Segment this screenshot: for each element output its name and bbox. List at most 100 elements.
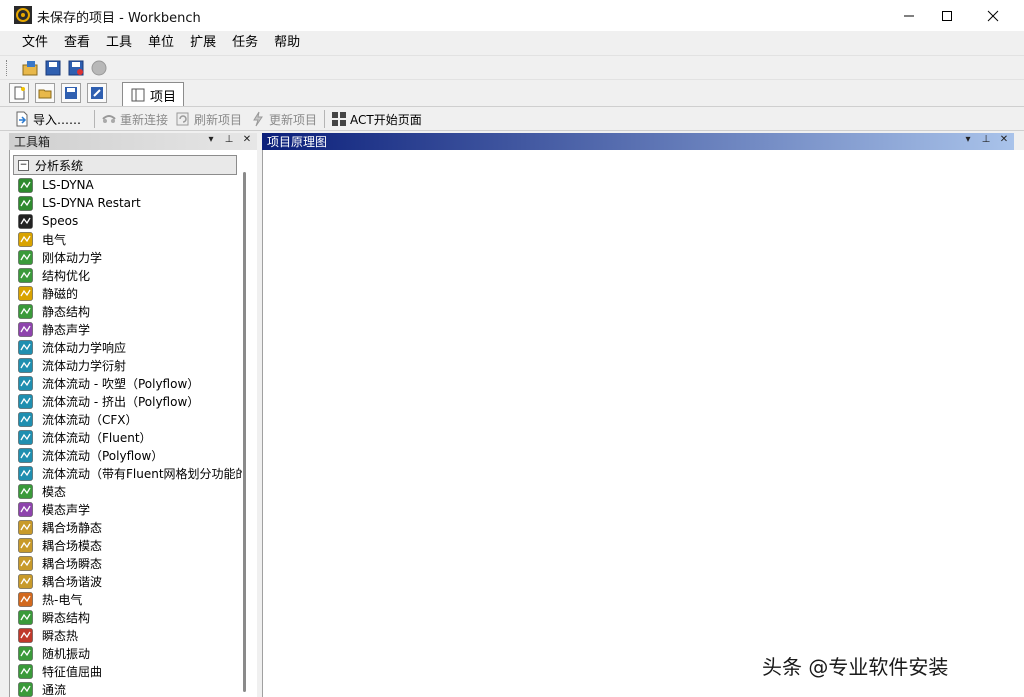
list-item-label: LS-DYNA Restart (42, 196, 141, 210)
list-item-label: LS-DYNA (42, 178, 94, 192)
coupled-harmonic-icon (18, 573, 33, 589)
close-button[interactable] (970, 0, 1016, 31)
lightning-icon (253, 111, 263, 127)
list-item[interactable]: 流体流动（CFX） (18, 410, 242, 428)
list-item[interactable]: 结构优化 (18, 266, 242, 284)
menu-help[interactable]: 帮助 (266, 32, 308, 54)
update-project-button[interactable]: 更新项目 (250, 110, 317, 128)
list-item[interactable]: 流体流动（Polyflow） (18, 446, 242, 464)
menu-file[interactable]: 文件 (14, 32, 56, 54)
grid-icon (332, 112, 346, 126)
polyflow-icon (18, 447, 33, 463)
tab-project-label: 项目 (150, 89, 177, 105)
random-vibration-icon (18, 645, 33, 661)
disabled-sphere-icon[interactable] (90, 59, 108, 77)
list-item-label: Speos (42, 214, 79, 228)
import-label: 导入…… (33, 112, 82, 127)
list-item[interactable]: 耦合场瞬态 (18, 554, 242, 572)
list-item[interactable]: 流体流动（Fluent） (18, 428, 242, 446)
list-item-label: 热-电气 (42, 592, 83, 607)
refresh-project-button[interactable]: 刷新项目 (175, 110, 242, 128)
cfx-icon (18, 411, 33, 427)
pin-icon[interactable]: ⊥ (223, 134, 235, 145)
open-project-icon[interactable] (21, 59, 39, 77)
reconnect-button[interactable]: 重新连接 (101, 110, 168, 128)
lsdyna-restart-icon (18, 195, 33, 211)
act-start-page-button[interactable]: ACT开始页面 (331, 110, 422, 128)
close-panel-icon[interactable]: ✕ (241, 134, 253, 145)
list-item[interactable]: 流体流动 - 吹塑（Polyflow） (18, 374, 242, 392)
toolbox-scrollbar[interactable] (243, 172, 246, 692)
list-item[interactable]: 模态声学 (18, 500, 242, 518)
open-button[interactable] (35, 83, 55, 103)
minimize-icon (904, 15, 914, 16)
fluent-icon (18, 429, 33, 445)
list-item[interactable]: 热-电气 (18, 590, 242, 608)
list-item[interactable]: 耦合场谐波 (18, 572, 242, 590)
list-item[interactable]: 电气 (18, 230, 242, 248)
list-item[interactable]: 刚体动力学 (18, 248, 242, 266)
list-item-label: 模态声学 (42, 502, 91, 517)
list-item[interactable]: 流体动力学响应 (18, 338, 242, 356)
list-item-label: 耦合场瞬态 (42, 556, 103, 571)
list-item[interactable]: 耦合场静态 (18, 518, 242, 536)
toolbar-separator (94, 110, 95, 128)
toolbar-grip[interactable] (6, 59, 9, 76)
refresh-project-label: 刷新项目 (194, 112, 243, 127)
list-item-label: 随机振动 (42, 646, 91, 661)
analysis-systems-group[interactable]: − 分析系统 (13, 155, 237, 175)
list-item[interactable]: 随机振动 (18, 644, 242, 662)
menu-units[interactable]: 单位 (140, 32, 182, 54)
save-as-button[interactable] (87, 83, 107, 103)
save-button[interactable] (61, 83, 81, 103)
list-item[interactable]: 静态声学 (18, 320, 242, 338)
schematic-title: 项目原理图 (267, 135, 328, 149)
menu-view[interactable]: 查看 (56, 32, 98, 54)
menu-jobs[interactable]: 任务 (224, 32, 266, 54)
schematic-header: 项目原理图 ▾ ⊥ ✕ (262, 133, 1014, 150)
menu-tools[interactable]: 工具 (98, 32, 140, 54)
list-item-label: 瞬态热 (42, 628, 79, 643)
project-schematic-canvas[interactable] (262, 150, 1024, 697)
list-item-label: 静态结构 (42, 304, 91, 319)
modal-acoustics-icon (18, 501, 33, 517)
list-item-label: 刚体动力学 (42, 250, 103, 265)
rigid-dynamics-icon (18, 249, 33, 265)
list-item[interactable]: LS-DYNA Restart (18, 194, 242, 212)
save-project-icon[interactable] (44, 59, 62, 77)
list-item[interactable]: 瞬态结构 (18, 608, 242, 626)
project-schematic-icon (131, 88, 145, 102)
analysis-systems-list: LS-DYNA LS-DYNA Restart Speos 电气刚体动力学 结构优化 静磁… (18, 176, 242, 697)
list-item[interactable]: 通流 (18, 680, 242, 697)
tab-project[interactable]: 项目 (122, 82, 184, 107)
close-panel-icon[interactable]: ✕ (998, 134, 1010, 145)
list-item[interactable]: 静磁的 (18, 284, 242, 302)
list-item-label: 流体流动（Fluent） (42, 430, 152, 445)
chevron-down-icon[interactable]: ▾ (962, 134, 974, 145)
coupled-modal-icon (18, 537, 33, 553)
list-item[interactable]: 瞬态热 (18, 626, 242, 644)
fluent-meshing-icon (18, 465, 33, 481)
list-item[interactable]: 模态 (18, 482, 242, 500)
list-item[interactable]: Speos (18, 212, 242, 230)
import-button[interactable]: 导入…… (14, 110, 81, 128)
list-item[interactable]: LS-DYNA (18, 176, 242, 194)
list-item-label: 流体流动 - 挤出（Polyflow） (42, 394, 200, 409)
maximize-button[interactable] (924, 0, 970, 31)
list-item[interactable]: 静态结构 (18, 302, 242, 320)
workbench-app-icon (14, 6, 32, 24)
list-item[interactable]: 特征值屈曲 (18, 662, 242, 680)
menu-extensions[interactable]: 扩展 (182, 32, 224, 54)
chevron-down-icon[interactable]: ▾ (205, 134, 217, 145)
list-item[interactable]: 流体流动（带有Fluent网格划分功能的 (18, 464, 242, 482)
list-item[interactable]: 流体流动 - 挤出（Polyflow） (18, 392, 242, 410)
collapse-icon[interactable]: − (18, 159, 29, 171)
toolbar-separator (324, 110, 325, 128)
save-as-project-icon[interactable] (67, 59, 85, 77)
menu-bar: 文件 查看 工具 单位 扩展 任务 帮助 (0, 31, 1024, 55)
toolbox-panel: − 分析系统 LS-DYNA LS-DYNA Restart Speos 电气刚体动力… (9, 150, 257, 697)
new-button[interactable] (9, 83, 29, 103)
list-item[interactable]: 耦合场模态 (18, 536, 242, 554)
list-item[interactable]: 流体动力学衍射 (18, 356, 242, 374)
pin-icon[interactable]: ⊥ (980, 134, 992, 145)
